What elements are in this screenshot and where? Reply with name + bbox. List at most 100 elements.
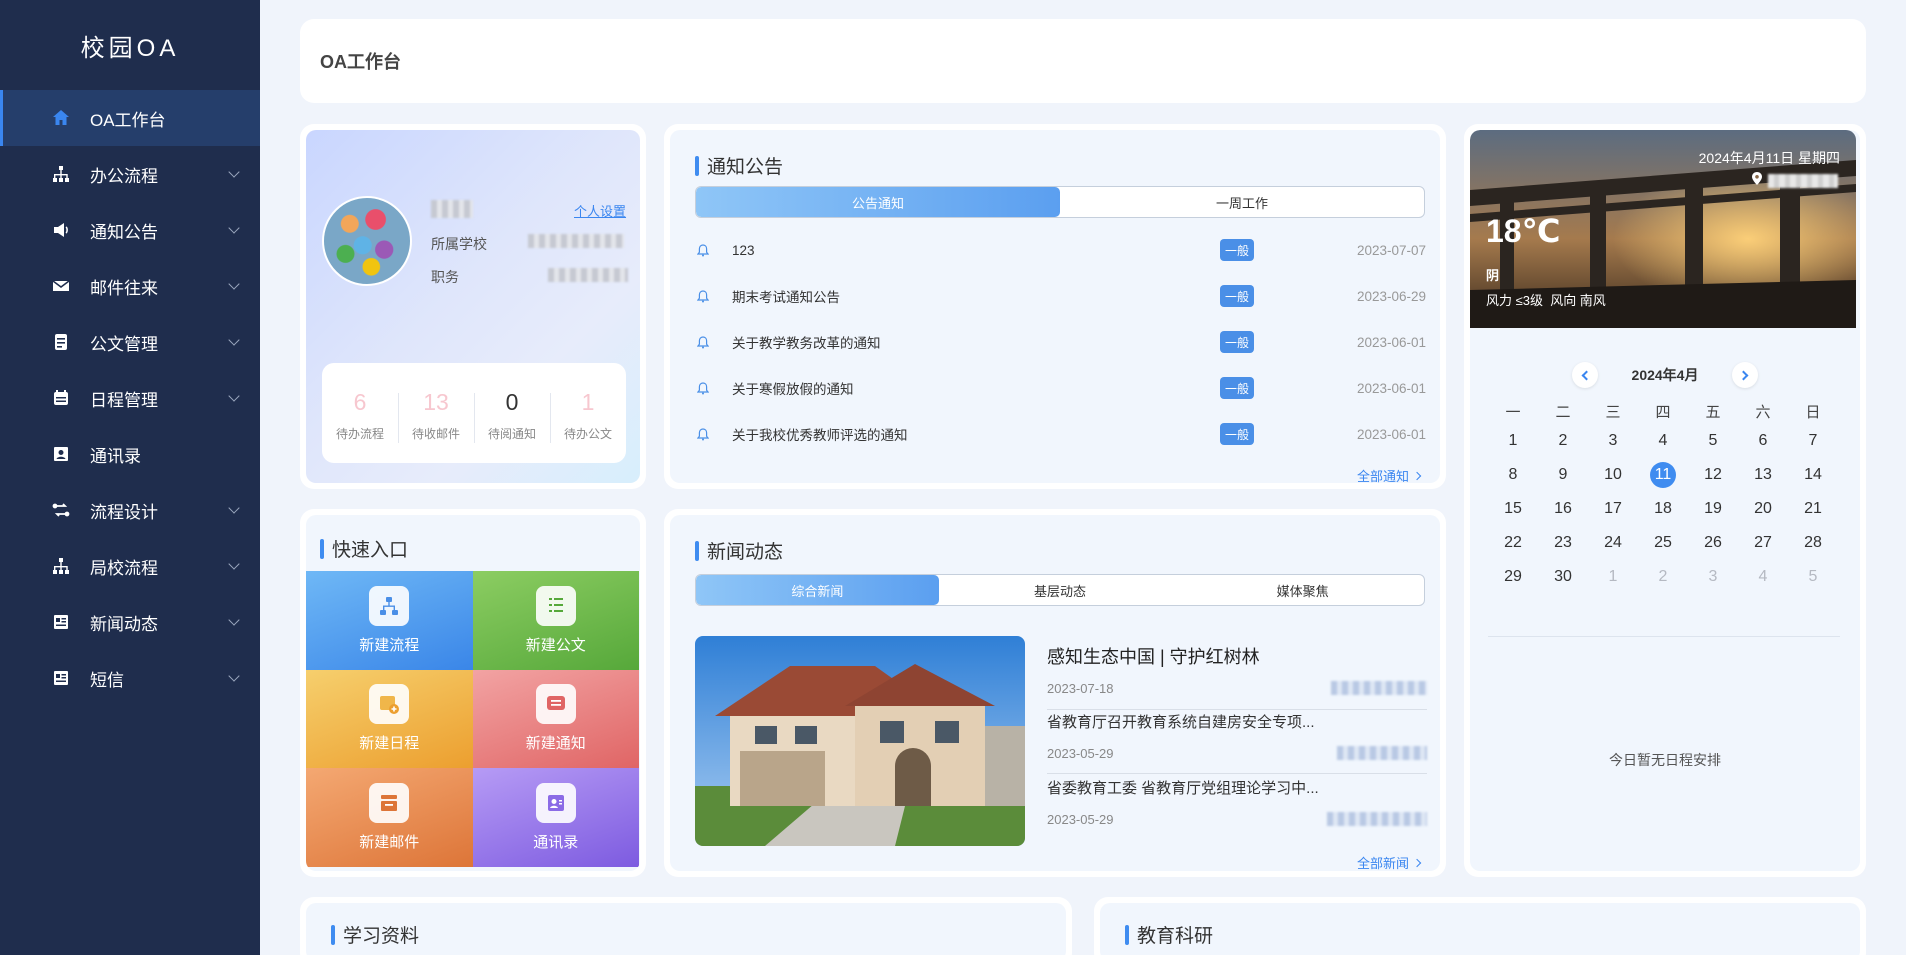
calendar-day-next-month[interactable]: 2: [1638, 560, 1688, 594]
stat-pending-flow[interactable]: 6 待办流程: [322, 385, 398, 442]
calendar-day[interactable]: 22: [1488, 526, 1538, 560]
notice-date: 2023-06-29: [1356, 288, 1426, 304]
calendar-day[interactable]: 23: [1538, 526, 1588, 560]
calendar-day[interactable]: 2: [1538, 424, 1588, 458]
sidebar-item-notices[interactable]: 通知公告: [0, 202, 260, 258]
sidebar-item-workbench[interactable]: OA工作台: [0, 90, 260, 146]
stat-pending-document[interactable]: 1 待办公文: [550, 385, 626, 443]
sidebar-item-flow-design[interactable]: 流程设计: [0, 482, 260, 538]
chevron-right-icon: [1412, 858, 1422, 867]
calendar-day[interactable]: 8: [1488, 458, 1538, 492]
calendar-day[interactable]: 17: [1588, 492, 1638, 526]
chevron-left-icon: [1581, 370, 1591, 380]
calendar-day[interactable]: 15: [1488, 492, 1538, 526]
sidebar-item-sms[interactable]: 短信: [0, 650, 260, 706]
calendar-day[interactable]: 14: [1788, 458, 1838, 492]
calendar-day[interactable]: 12: [1688, 458, 1738, 492]
position-value-redacted: [548, 268, 628, 282]
calendar-day[interactable]: 25: [1638, 526, 1688, 560]
news-item-meta: 2023-05-29: [1047, 746, 1427, 761]
new-document-button[interactable]: 新建公文: [472, 571, 639, 670]
calendar-day[interactable]: 18: [1638, 492, 1688, 526]
prev-month-button[interactable]: [1571, 362, 1598, 388]
calendar-day[interactable]: 30: [1538, 560, 1588, 594]
calendar-day[interactable]: 13: [1738, 458, 1788, 492]
notice-item[interactable]: 关于我校优秀教师评选的通知 一般 2023-06-01: [696, 411, 1426, 457]
chevron-right-icon: [1412, 471, 1422, 480]
tab-grassroots-news[interactable]: 基层动态: [939, 575, 1182, 605]
calendar-day[interactable]: 26: [1688, 526, 1738, 560]
sidebar-item-documents[interactable]: 公文管理: [0, 314, 260, 370]
calendar-day-today[interactable]: 11: [1638, 458, 1688, 492]
page-title: OA工作台: [320, 52, 401, 72]
sidebar-item-mail[interactable]: 邮件往来: [0, 258, 260, 314]
calendar-day-next-month[interactable]: 5: [1788, 560, 1838, 594]
calendar-day[interactable]: 27: [1738, 526, 1788, 560]
news-item-title: 省委教育工委 省教育厅党组理论学习中...: [1047, 780, 1319, 797]
education-research-card: 教育科研: [1094, 897, 1866, 955]
news-item-meta: 2023-07-18: [1047, 681, 1427, 696]
calendar-day-next-month[interactable]: 4: [1738, 560, 1788, 594]
stat-label: 待办流程: [335, 426, 384, 441]
all-notices-link[interactable]: 全部通知: [1357, 466, 1422, 483]
tab-general-news[interactable]: 综合新闻: [696, 575, 939, 605]
news-item[interactable]: 省委教育工委 省教育厅党组理论学习中... 2023-05-29: [1047, 777, 1427, 827]
calendar-day-next-month[interactable]: 3: [1688, 560, 1738, 594]
new-schedule-button[interactable]: 新建日程: [306, 669, 473, 769]
calendar-day-next-month[interactable]: 1: [1588, 560, 1638, 594]
calendar-day[interactable]: 10: [1588, 458, 1638, 492]
calendar-day[interactable]: 7: [1788, 424, 1838, 458]
notice-item[interactable]: 关于寒假放假的通知 一般 2023-06-01: [696, 365, 1426, 411]
calendar-day[interactable]: 21: [1788, 492, 1838, 526]
sidebar-item-office-flow[interactable]: 办公流程: [0, 146, 260, 202]
new-mail-button[interactable]: 新建邮件: [306, 768, 473, 867]
tab-media-focus[interactable]: 媒体聚焦: [1181, 575, 1424, 605]
new-notice-button[interactable]: 新建通知: [472, 669, 639, 769]
calendar-day[interactable]: 28: [1788, 526, 1838, 560]
sidebar-item-news[interactable]: 新闻动态: [0, 594, 260, 650]
tab-announcements[interactable]: 公告通知: [696, 187, 1060, 217]
notice-tag: 一般: [1220, 423, 1254, 445]
calendar-day[interactable]: 1: [1488, 424, 1538, 458]
all-news-link[interactable]: 全部新闻: [1357, 853, 1422, 871]
notice-item[interactable]: 123 一般 2023-07-07: [696, 227, 1426, 273]
news-item-title: 省教育厅召开教育系统自建房安全专项...: [1047, 714, 1315, 731]
weather-date: 2024年4月11日 星期四: [1698, 150, 1840, 166]
next-month-button[interactable]: [1732, 362, 1759, 388]
notice-item[interactable]: 期末考试通知公告 一般 2023-06-29: [696, 273, 1426, 319]
new-workflow-button[interactable]: 新建流程: [306, 571, 473, 670]
calendar-day[interactable]: 4: [1638, 424, 1688, 458]
calendar-day[interactable]: 19: [1688, 492, 1738, 526]
sidebar-item-contacts[interactable]: 通讯录: [0, 426, 260, 482]
personal-settings-link[interactable]: 个人设置: [574, 201, 626, 220]
sidebar-item-bureau-flow[interactable]: 局校流程: [0, 538, 260, 594]
notice-item[interactable]: 关于教学教务改革的通知 一般 2023-06-01: [696, 319, 1426, 365]
calendar-day[interactable]: 20: [1738, 492, 1788, 526]
calendar-day[interactable]: 29: [1488, 560, 1538, 594]
stat-label: 待阅通知: [487, 426, 536, 441]
contacts-button[interactable]: 通讯录: [472, 768, 639, 867]
calendar-day[interactable]: 5: [1688, 424, 1738, 458]
sidebar-item-label: OA工作台: [90, 110, 166, 130]
news-item[interactable]: 感知生态中国 | 守护红树林 2023-07-18: [1047, 643, 1427, 710]
tab-weekly-work[interactable]: 一周工作: [1060, 187, 1424, 217]
news-item[interactable]: 省教育厅召开教育系统自建房安全专项... 2023-05-29: [1047, 711, 1427, 774]
stat-pending-mail[interactable]: 13 待收邮件: [398, 385, 474, 443]
calendar-day[interactable]: 24: [1588, 526, 1638, 560]
calendar-day[interactable]: 9: [1538, 458, 1588, 492]
calendar-icon: [50, 387, 72, 409]
sidebar-item-label: 通知公告: [90, 222, 158, 242]
notices-title: 通知公告: [695, 152, 783, 179]
news-photo[interactable]: [695, 636, 1025, 846]
calendar-day[interactable]: 3: [1588, 424, 1638, 458]
stat-pending-notice[interactable]: 0 待阅通知: [474, 385, 550, 443]
workflow-icon: [369, 585, 410, 626]
stat-value: 13: [423, 388, 449, 415]
news-tabs: 综合新闻 基层动态 媒体聚焦: [695, 574, 1425, 606]
calendar-day[interactable]: 6: [1738, 424, 1788, 458]
stat-label: 待收邮件: [411, 426, 460, 441]
calendar-day[interactable]: 16: [1538, 492, 1588, 526]
news-source-redacted: [1337, 746, 1427, 760]
org-chart-icon: [50, 163, 72, 185]
sidebar-item-schedule[interactable]: 日程管理: [0, 370, 260, 426]
